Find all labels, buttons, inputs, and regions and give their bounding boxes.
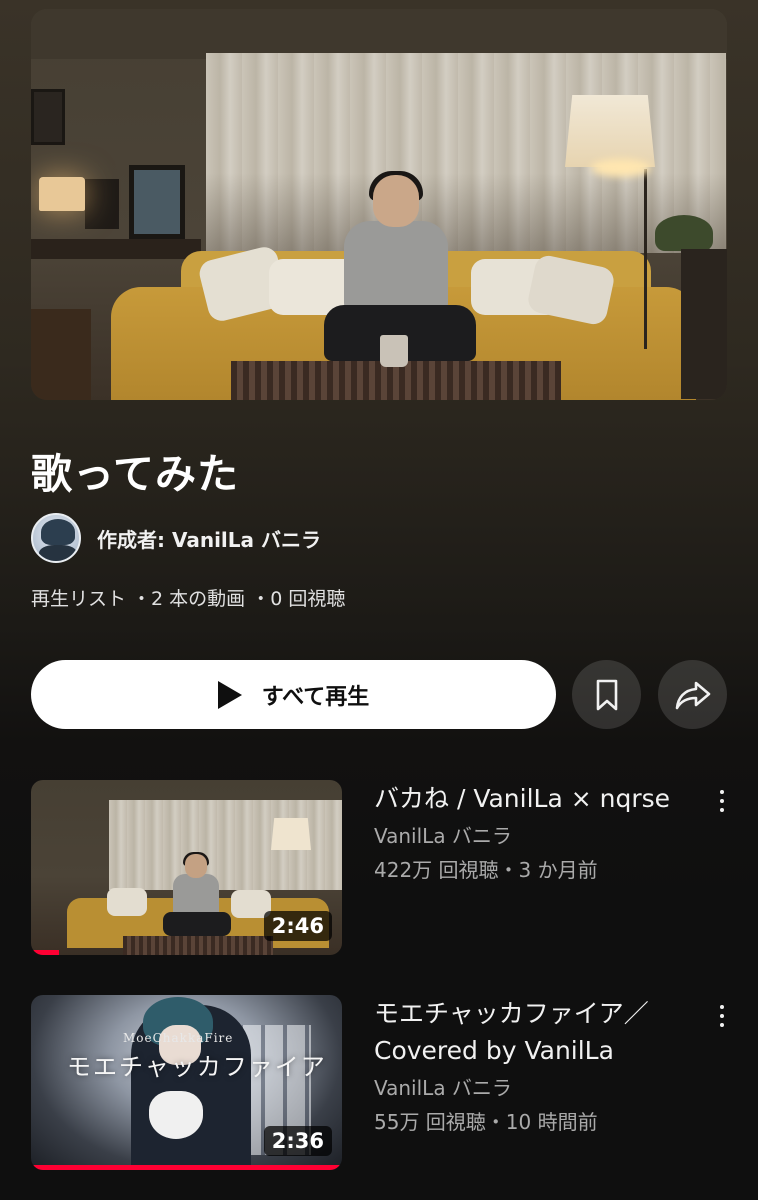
save-playlist-button[interactable]: [572, 660, 641, 729]
video-title[interactable]: バカね / VanilLa × nqrse: [374, 780, 699, 817]
more-vert-icon[interactable]: [713, 788, 731, 814]
duration-badge: 2:36: [263, 1126, 332, 1156]
video-channel[interactable]: VanilLa バニラ: [374, 821, 699, 851]
play-all-button[interactable]: すべて再生: [31, 660, 556, 729]
playlist-cover-image[interactable]: [31, 9, 727, 400]
duration-badge: 2:46: [263, 911, 332, 941]
share-arrow-icon: [675, 681, 710, 709]
video-stats: 422万 回視聴・3 か月前: [374, 858, 598, 882]
author-row[interactable]: 作成者: VanilLa バニラ: [31, 513, 321, 563]
thumbnail-title-text: モエチャッカファイア: [67, 1053, 327, 1081]
playlist-page: 歌ってみた 作成者: VanilLa バニラ 再生リスト ・2 本の動画 ・0 …: [0, 0, 758, 1200]
play-all-label: すべて再生: [261, 684, 370, 710]
author-name[interactable]: 作成者: VanilLa バニラ: [97, 524, 321, 553]
video-thumbnail[interactable]: MoeChakkaFire モエチャッカファイア 2:36: [31, 995, 342, 1170]
video-list-item[interactable]: MoeChakkaFire モエチャッカファイア 2:36 モエチャッカファイア…: [31, 995, 731, 1171]
play-icon: [217, 680, 242, 709]
bookmark-icon: [596, 679, 617, 710]
watch-progress-bar: [31, 950, 59, 955]
video-list-item[interactable]: 2:46 バカね / VanilLa × nqrse VanilLa バニラ 4…: [31, 780, 731, 956]
thumbnail-subtitle-text: MoeChakkaFire: [123, 1031, 234, 1045]
video-thumbnail[interactable]: 2:46: [31, 780, 342, 955]
more-vert-icon[interactable]: [713, 1003, 731, 1029]
playlist-meta: 再生リスト ・2 本の動画 ・0 回視聴: [31, 588, 346, 610]
avatar[interactable]: [31, 513, 81, 563]
video-title[interactable]: モエチャッカファイア／ Covered by VanilLa: [374, 995, 699, 1069]
playlist-title: 歌ってみた: [31, 450, 239, 498]
share-button[interactable]: [658, 660, 727, 729]
watch-progress-bar: [31, 1165, 342, 1170]
video-channel[interactable]: VanilLa バニラ: [374, 1073, 699, 1103]
video-stats: 55万 回視聴・10 時間前: [374, 1110, 598, 1134]
